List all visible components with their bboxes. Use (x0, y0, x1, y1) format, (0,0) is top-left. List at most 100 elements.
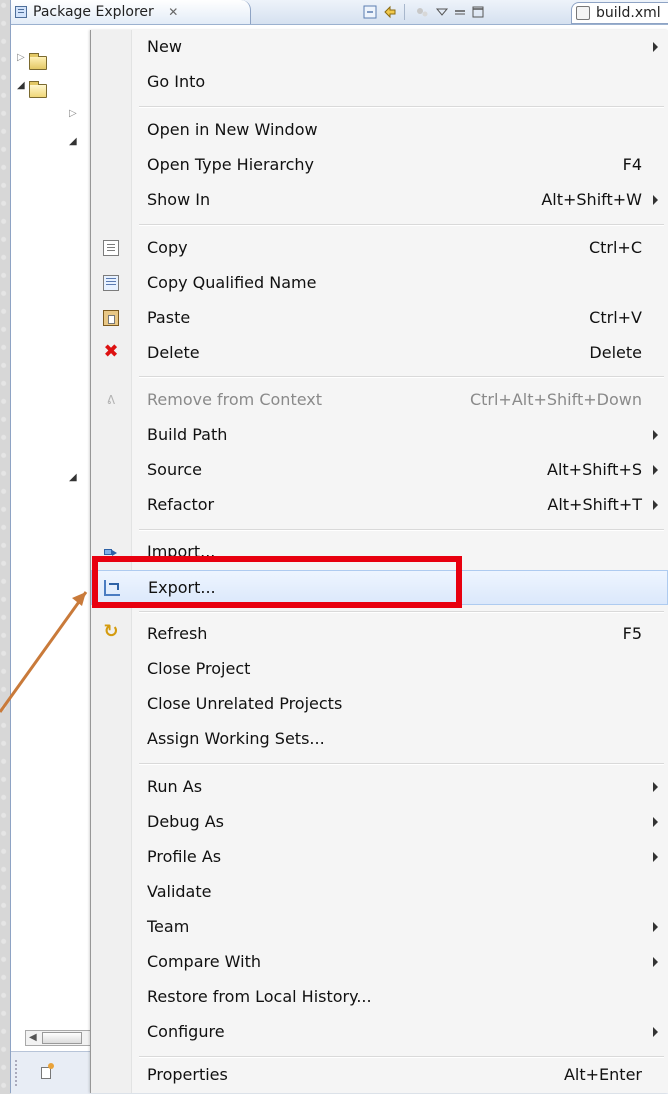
menu-item-shortcut: Ctrl+Alt+Shift+Down (469, 390, 642, 409)
menu-item-run-as[interactable]: Run As (91, 770, 668, 805)
menu-separator (139, 224, 664, 226)
tree-item-project-1[interactable]: ▷ (11, 52, 91, 72)
refresh-icon: ↻ (103, 621, 119, 642)
submenu-arrow-icon (653, 195, 658, 205)
menu-item-label: Source (147, 460, 202, 479)
menu-item-paste[interactable]: Paste Ctrl+V (91, 301, 668, 336)
expand-twisty[interactable]: ▷ (17, 52, 25, 63)
menu-item-refactor[interactable]: Refactor Alt+Shift+T (91, 488, 668, 523)
menu-item-label: Open Type Hierarchy (147, 155, 314, 174)
menu-item-label: Remove from Context (147, 390, 323, 409)
scroll-thumb[interactable] (42, 1032, 82, 1044)
menu-separator (139, 376, 664, 378)
menu-item-label: Compare With (147, 952, 261, 971)
collapse-twisty[interactable]: ◢ (69, 472, 77, 483)
new-item-icon[interactable] (41, 1063, 54, 1079)
menu-item-properties[interactable]: Properties Alt+Enter (91, 1058, 668, 1093)
maximize-icon[interactable] (471, 5, 485, 19)
tree-item-child-1[interactable]: ▷ (11, 108, 91, 128)
toolbar-separator (404, 4, 405, 20)
annotation-highlight-box (92, 556, 462, 608)
tree-item-child-3[interactable]: ◢ (11, 472, 91, 492)
menu-item-close-project[interactable]: Close Project (91, 652, 668, 687)
remove-from-context-icon: ᕕ (106, 393, 116, 407)
menu-item-shortcut: Ctrl+C (588, 238, 642, 257)
close-icon[interactable]: ✕ (168, 5, 178, 19)
menu-item-close-unrelated-projects[interactable]: Close Unrelated Projects (91, 687, 668, 722)
tab-package-explorer[interactable]: Package Explorer ✕ (11, 0, 251, 24)
delete-icon: ✖ (103, 341, 119, 362)
expand-twisty[interactable]: ▷ (69, 108, 77, 119)
link-with-editor-icon[interactable] (383, 5, 397, 19)
submenu-arrow-icon (653, 42, 658, 52)
menu-item-new[interactable]: New (91, 30, 668, 65)
menu-item-shortcut: F5 (622, 624, 642, 643)
menu-item-label: Run As (147, 777, 203, 796)
menu-item-label: Build Path (147, 425, 228, 444)
menu-item-copy-qualified-name[interactable]: Copy Qualified Name (91, 266, 668, 301)
menu-item-restore-from-local-history[interactable]: Restore from Local History... (91, 980, 668, 1015)
menu-item-profile-as[interactable]: Profile As (91, 840, 668, 875)
horizontal-scrollbar[interactable]: ◀ (25, 1030, 91, 1046)
menu-item-label: Team (147, 917, 190, 936)
menu-item-label: Refactor (147, 495, 215, 514)
menu-item-debug-as[interactable]: Debug As (91, 805, 668, 840)
menu-item-show-in[interactable]: Show In Alt+Shift+W (91, 183, 668, 218)
scroll-left-icon[interactable]: ◀ (29, 1032, 37, 1043)
menu-item-shortcut: Alt+Enter (563, 1065, 642, 1084)
menu-item-label: Copy (147, 238, 188, 257)
menu-item-shortcut: Delete (589, 343, 642, 362)
copy-qualified-name-icon (103, 275, 119, 291)
menu-item-open-in-new-window[interactable]: Open in New Window (91, 113, 668, 148)
menu-item-open-type-hierarchy[interactable]: Open Type Hierarchy F4 (91, 148, 668, 183)
java-project-icon (29, 53, 47, 70)
menu-item-shortcut: Alt+Shift+W (541, 190, 642, 209)
menu-separator (139, 106, 664, 108)
menu-item-compare-with[interactable]: Compare With (91, 945, 668, 980)
menu-item-label: Show In (147, 190, 211, 209)
menu-item-configure[interactable]: Configure (91, 1015, 668, 1050)
submenu-arrow-icon (653, 922, 658, 932)
menu-item-build-path[interactable]: Build Path (91, 418, 668, 453)
menu-item-refresh[interactable]: ↻ Refresh F5 (91, 617, 668, 652)
menu-item-assign-working-sets[interactable]: Assign Working Sets... (91, 722, 668, 757)
menu-item-shortcut: F4 (622, 155, 642, 174)
java-project-open-icon (29, 81, 47, 98)
menu-item-label: Copy Qualified Name (147, 273, 317, 292)
ant-file-icon (576, 6, 590, 20)
focus-icon[interactable] (415, 5, 429, 19)
menu-separator (139, 529, 664, 531)
submenu-arrow-icon (653, 817, 658, 827)
minimize-icon[interactable] (453, 5, 467, 19)
submenu-arrow-icon (653, 782, 658, 792)
menu-item-source[interactable]: Source Alt+Shift+S (91, 453, 668, 488)
menu-item-label: Configure (147, 1022, 225, 1041)
submenu-arrow-icon (653, 1027, 658, 1037)
tree-item-child-2[interactable]: ◢ (11, 136, 91, 156)
menu-item-copy[interactable]: Copy Ctrl+C (91, 231, 668, 266)
menu-item-shortcut: Ctrl+V (589, 308, 642, 327)
tab-title: Package Explorer (33, 4, 154, 20)
menu-item-label: Restore from Local History... (147, 987, 372, 1006)
menu-item-validate[interactable]: Validate (91, 875, 668, 910)
menu-item-label: Close Unrelated Projects (147, 694, 343, 713)
menu-item-label: New (147, 37, 182, 56)
collapse-all-icon[interactable] (363, 5, 377, 19)
tab-build-xml[interactable]: build.xml (571, 2, 668, 24)
paste-icon (103, 310, 119, 326)
collapse-twisty[interactable]: ◢ (17, 80, 25, 91)
tree-item-project-2[interactable]: ◢ (11, 80, 91, 100)
menu-item-go-into[interactable]: Go Into (91, 65, 668, 100)
view-menu-icon[interactable] (435, 5, 449, 19)
menu-item-label: Paste (147, 308, 191, 327)
grip-icon (15, 1060, 19, 1086)
menu-item-label: Go Into (147, 72, 206, 91)
submenu-arrow-icon (653, 852, 658, 862)
copy-icon (103, 240, 119, 256)
menu-item-delete[interactable]: ✖ Delete Delete (91, 336, 668, 371)
menu-item-remove-from-context: ᕕ Remove from Context Ctrl+Alt+Shift+Dow… (91, 383, 668, 418)
menu-item-team[interactable]: Team (91, 910, 668, 945)
menu-item-label: Close Project (147, 659, 251, 678)
collapse-twisty[interactable]: ◢ (69, 136, 77, 147)
menu-separator (139, 763, 664, 765)
